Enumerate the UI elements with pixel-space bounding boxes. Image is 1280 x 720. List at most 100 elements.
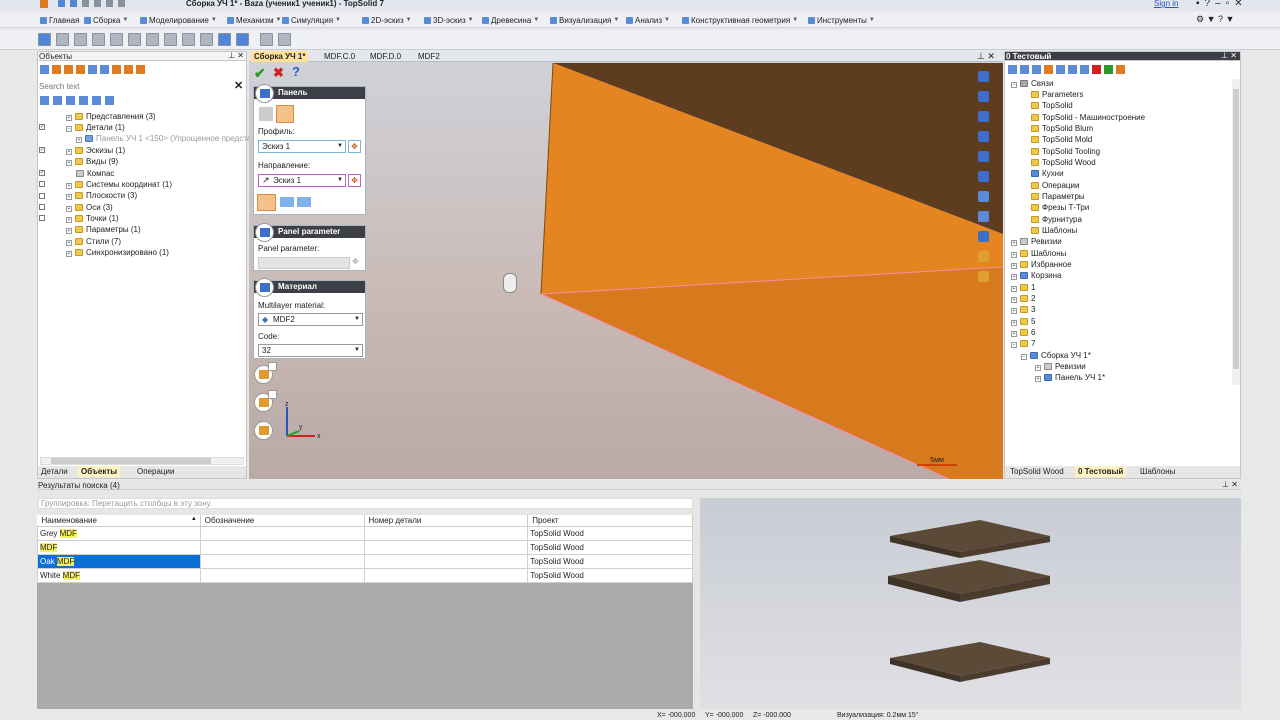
tree-item[interactable]: − Детали (1) <box>66 123 125 133</box>
tool-icon[interactable] <box>136 65 145 74</box>
tree-item[interactable]: Фрезы Т-Три <box>1031 203 1089 213</box>
zoom-icon[interactable] <box>978 211 989 222</box>
tab-operations[interactable]: Операции <box>134 466 177 477</box>
tree-item[interactable]: Параметры <box>1031 192 1085 202</box>
tree-item[interactable]: + Ревизии <box>1035 362 1086 372</box>
filter-icon[interactable] <box>79 96 88 105</box>
tree-item[interactable]: Компас <box>76 169 114 179</box>
qa-toolbar[interactable] <box>58 0 168 8</box>
tree-item[interactable]: TopSolid Blum <box>1031 124 1093 134</box>
table-row[interactable]: MDF TopSolid Wood <box>37 539 693 555</box>
parameter-select[interactable] <box>258 257 350 269</box>
tool-icon[interactable] <box>56 33 69 46</box>
tool-icon[interactable] <box>1056 65 1065 74</box>
tree-item[interactable]: + Панель УЧ 1* <box>1035 373 1105 383</box>
section-checkbox[interactable] <box>268 362 277 371</box>
tree-item[interactable]: + Плоскости (3) <box>66 191 137 201</box>
horizontal-scrollbar[interactable] <box>40 457 244 465</box>
column-header-part-number[interactable]: Номер детали <box>364 515 529 527</box>
render-icon[interactable] <box>978 271 989 282</box>
doc-tab[interactable]: MDF.D.0 <box>367 51 404 62</box>
tool-icon[interactable] <box>124 65 133 74</box>
tree-item[interactable]: + Параметры (1) <box>66 225 141 235</box>
filter-icon[interactable] <box>105 96 114 105</box>
tree-item[interactable]: − Связи <box>1011 79 1053 89</box>
menu-item-construction-geometry[interactable]: Конструктивная геометрия ▼ <box>682 14 798 26</box>
tab-test-project[interactable]: 0 Тестовый <box>1075 466 1127 477</box>
window-controls[interactable]: ▪?–▫✕ <box>1196 0 1248 9</box>
thickness-mode-icon[interactable] <box>297 197 311 207</box>
tree-item[interactable]: + Системы координат (1) <box>66 180 172 190</box>
checkbox[interactable]: ✓ <box>39 170 45 176</box>
tool-icon[interactable] <box>52 65 61 74</box>
filter-icon[interactable] <box>40 96 49 105</box>
tree-item[interactable]: TopSolid Wood <box>1031 158 1096 168</box>
menu-item-simulation[interactable]: Симуляция ▼ <box>282 14 341 26</box>
tree-item[interactable]: + Виды (9) <box>66 157 118 167</box>
tree-item[interactable]: + Панель УЧ 1 <150> (Упрощенное предста <box>76 134 251 144</box>
zoom-icon[interactable] <box>978 191 989 202</box>
tree-item[interactable]: Фурнитура <box>1031 215 1082 225</box>
tool-icon[interactable] <box>1044 65 1053 74</box>
help-icon[interactable]: ? <box>292 64 300 79</box>
tool-icon[interactable] <box>260 33 273 46</box>
menu-item-visualization[interactable]: Визуализация ▼ <box>550 14 619 26</box>
tool-icon[interactable] <box>112 65 121 74</box>
sign-in-link[interactable]: Sign in <box>1154 0 1178 8</box>
menu-item-analysis[interactable]: Анализ ▼ <box>626 14 670 26</box>
direction-select[interactable]: Эскиз 1 ↗ ▼ <box>258 174 346 187</box>
tree-item[interactable]: − Сборка УЧ 1* <box>1021 351 1091 361</box>
clear-search-icon[interactable]: ✕ <box>234 79 243 92</box>
tool-icon[interactable] <box>40 65 49 74</box>
tree-item[interactable]: +2 <box>1011 294 1035 304</box>
checkbox[interactable]: ✓ <box>39 147 45 153</box>
tool-icon[interactable] <box>218 33 231 46</box>
shape-mode-icon[interactable] <box>259 107 273 121</box>
tool-icon[interactable] <box>64 65 73 74</box>
3d-viewport[interactable]: Сборка УЧ 1* MDF.C.0 MDF.D.0 MDF2 ⊥ ✕ ✔ … <box>249 51 1003 479</box>
pin-close-icons[interactable]: ⊥ ✕ <box>1221 51 1237 60</box>
cancel-icon[interactable]: ✖ <box>273 65 284 81</box>
collapsed-section-icon[interactable] <box>254 421 273 440</box>
tool-icon[interactable] <box>74 33 87 46</box>
group-by-zone[interactable]: Группировка: Перетащить столбцы в эту зо… <box>38 498 693 509</box>
tree-item[interactable]: + Ревизии <box>1011 237 1062 247</box>
tool-icon[interactable] <box>236 33 249 46</box>
table-row[interactable]: Grey MDF TopSolid Wood <box>37 525 693 541</box>
close-doc-icon[interactable]: ⊥ ✕ <box>977 51 995 62</box>
section-checkbox[interactable] <box>268 390 277 399</box>
menu-item-wood[interactable]: Древесина ▼ <box>482 14 539 26</box>
tree-item[interactable]: + Точки (1) <box>66 214 119 224</box>
tree-item[interactable]: TopSolid - Машиностроение <box>1031 113 1145 123</box>
view-tool-icon[interactable] <box>978 111 989 122</box>
checkbox[interactable] <box>39 204 45 210</box>
column-header-designation[interactable]: Обозначение <box>200 515 365 527</box>
tree-item[interactable]: + Синхронизировано (1) <box>66 248 169 258</box>
tree-item[interactable]: Шаблоны <box>1031 226 1077 236</box>
view-tool-icon[interactable] <box>978 131 989 142</box>
tool-icon[interactable] <box>278 33 291 46</box>
tool-icon[interactable] <box>1116 65 1125 74</box>
tree-item[interactable]: +5 <box>1011 317 1035 327</box>
tab-objects[interactable]: Объекты <box>78 466 121 477</box>
render-icon[interactable] <box>978 251 989 262</box>
tab-topsolid-wood[interactable]: TopSolid Wood <box>1007 466 1067 477</box>
menu-item-home[interactable]: Главная <box>40 14 79 26</box>
tree-item[interactable]: +3 <box>1011 305 1035 315</box>
tool-icon[interactable] <box>1092 65 1101 74</box>
profile-select[interactable]: Эскиз 1 ▼ <box>258 140 346 153</box>
view-tool-icon[interactable] <box>978 151 989 162</box>
doc-tab[interactable]: MDF2 <box>415 51 443 62</box>
tree-item[interactable]: + Корзина <box>1011 271 1061 281</box>
tool-icon[interactable] <box>164 33 177 46</box>
tree-item[interactable]: TopSolid Tooling <box>1031 147 1100 157</box>
tree-item[interactable]: Операции <box>1031 181 1079 191</box>
menu-item-mechanism[interactable]: Механизм ▼ <box>227 14 281 26</box>
pick-parameter-icon[interactable]: ✥ <box>352 257 359 266</box>
code-select[interactable]: 32 ▼ <box>258 344 363 357</box>
tool-icon[interactable] <box>146 33 159 46</box>
tool-icon[interactable] <box>1008 65 1017 74</box>
shape-mode-active-icon[interactable] <box>276 105 294 123</box>
search-input[interactable] <box>38 80 234 92</box>
tab-details[interactable]: Детали <box>38 466 71 477</box>
